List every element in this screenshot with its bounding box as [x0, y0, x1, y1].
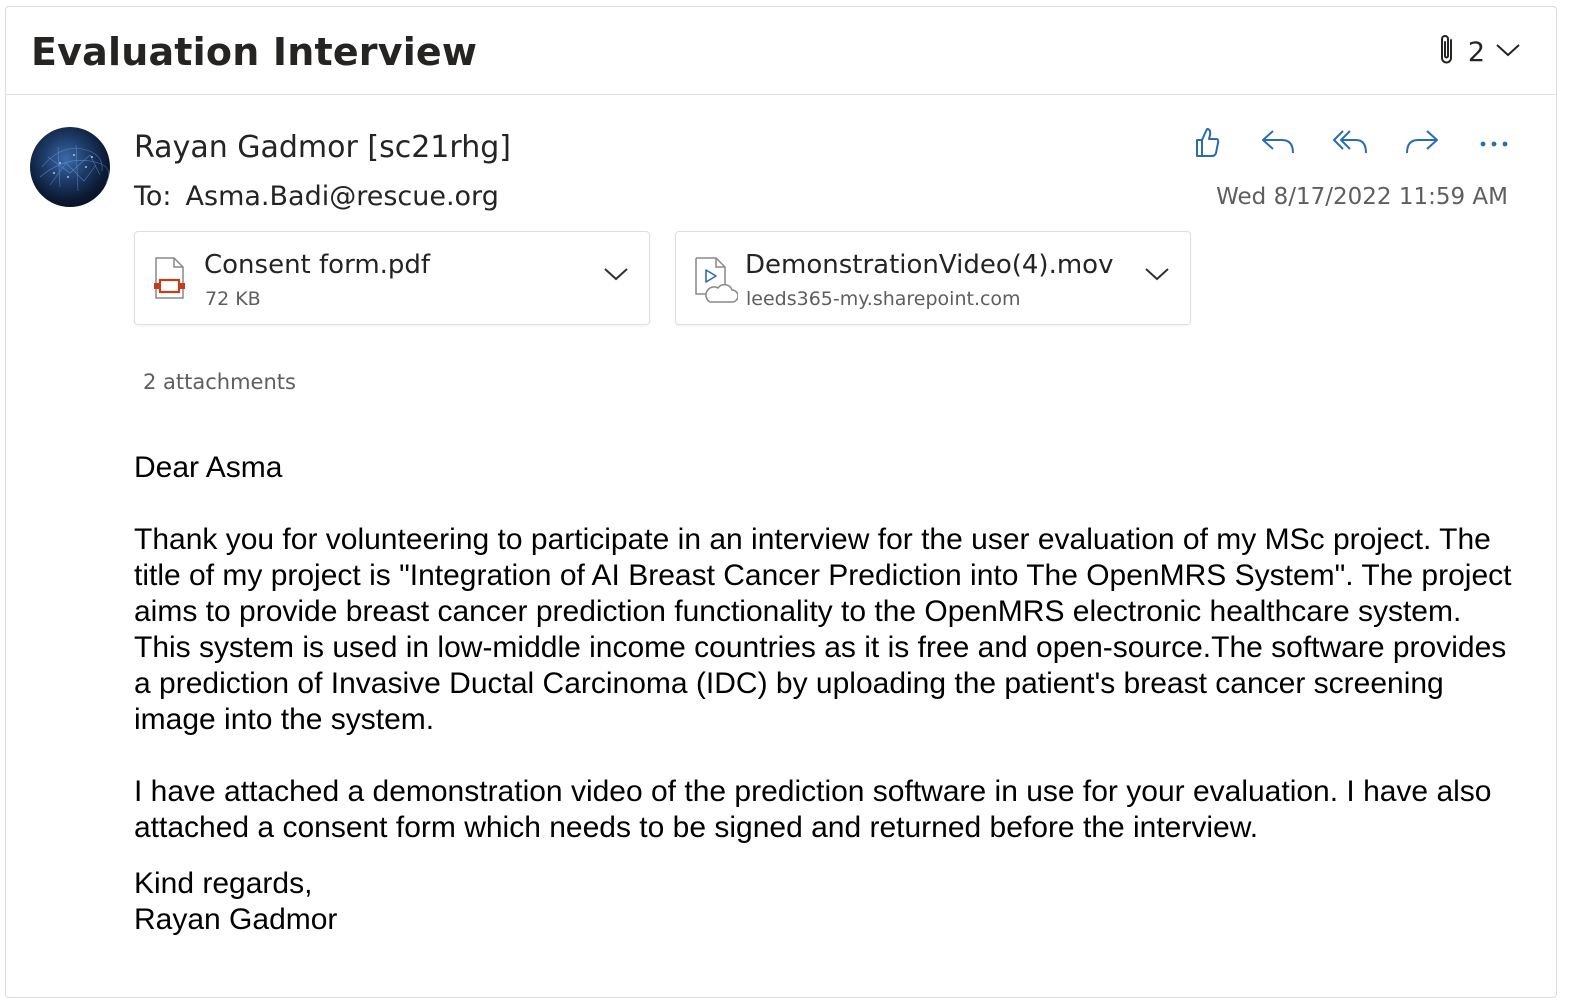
avatar[interactable] — [30, 127, 110, 207]
forward-button[interactable] — [1400, 124, 1444, 164]
attachments-count-label: 2 attachments — [143, 370, 296, 394]
recipient-line: To: Asma.Badi@rescue.org — [134, 181, 499, 212]
reply-all-icon — [1331, 127, 1369, 162]
attachment-card-demo-video[interactable]: DemonstrationVideo(4).mov leeds365-my.sh… — [675, 231, 1191, 325]
message-header: Evaluation Interview 2 — [5, 6, 1555, 95]
attachment-summary-button[interactable]: 2 — [1436, 32, 1521, 72]
body-greeting: Dear Asma — [134, 451, 283, 484]
to-label: To: — [134, 181, 172, 212]
message-actions — [1184, 124, 1516, 164]
cloud-video-file-icon — [692, 256, 739, 309]
body-paragraph: I have attached a demonstration video of… — [134, 775, 1492, 844]
sent-date: Wed 8/17/2022 11:59 AM — [1216, 184, 1508, 210]
more-icon — [1479, 135, 1509, 153]
email-subject: Evaluation Interview — [31, 30, 478, 74]
attachment-size: 72 KB — [205, 288, 261, 310]
body-paragraph: Thank you for volunteering to participat… — [134, 523, 1512, 736]
reply-all-button[interactable] — [1328, 124, 1372, 164]
chevron-down-icon[interactable] — [1144, 266, 1170, 287]
sender-name[interactable]: Rayan Gadmor [sc21rhg] — [134, 130, 511, 165]
reply-button[interactable] — [1256, 124, 1300, 164]
attachment-location: leeds365-my.sharepoint.com — [746, 288, 1021, 310]
reply-icon — [1260, 127, 1296, 162]
like-button[interactable] — [1184, 124, 1228, 164]
attachment-name: Consent form.pdf — [204, 250, 431, 280]
attachment-name: DemonstrationVideo(4).mov — [745, 250, 1114, 280]
message-body: Dear Asma Thank you for volunteering to … — [134, 450, 1514, 938]
forward-icon — [1404, 127, 1440, 162]
attachment-count: 2 — [1467, 36, 1485, 68]
recipient-address[interactable]: Asma.Badi@rescue.org — [186, 181, 499, 212]
like-icon — [1191, 125, 1221, 164]
more-actions-button[interactable] — [1472, 124, 1516, 164]
body-signature: Rayan Gadmor — [134, 903, 338, 936]
chevron-down-icon — [1495, 42, 1521, 63]
body-closing: Kind regards, — [134, 867, 313, 900]
chevron-down-icon[interactable] — [603, 266, 629, 287]
pdf-file-icon — [151, 256, 187, 305]
attachment-card-consent-form[interactable]: Consent form.pdf 72 KB — [134, 231, 650, 325]
paperclip-icon — [1436, 32, 1458, 73]
